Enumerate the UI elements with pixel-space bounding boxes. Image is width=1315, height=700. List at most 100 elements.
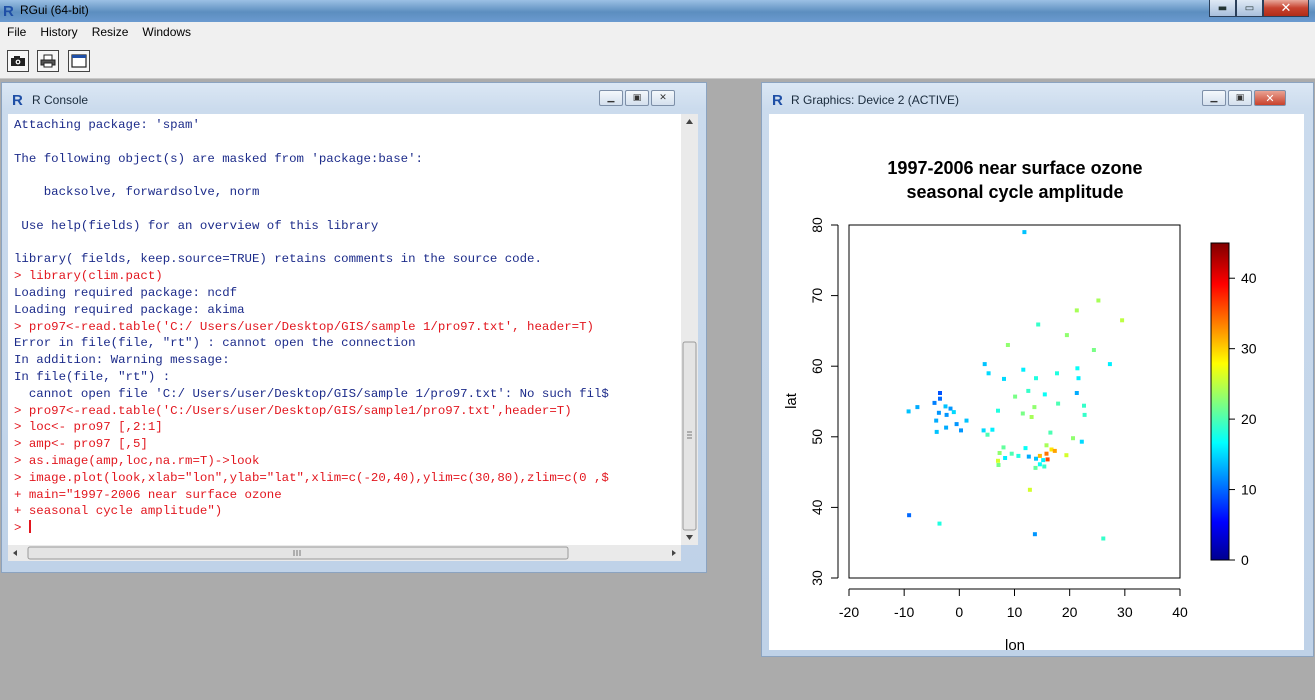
x-tick-label: -10 — [894, 604, 914, 620]
heatmap-cell — [1003, 456, 1008, 460]
heatmap-cell — [1082, 412, 1087, 417]
heatmap-cell — [951, 410, 956, 415]
heatmap-cell — [985, 432, 990, 437]
console-horizontal-scrollbar[interactable] — [8, 545, 681, 561]
console-line: > pro97<-read.table('C:/ Users/user/Desk… — [14, 319, 594, 334]
menu-windows[interactable]: Windows — [135, 25, 198, 39]
console-window-icon — [71, 54, 87, 68]
graphics-device-canvas: 1997-2006 near surface ozone seasonal cy… — [769, 114, 1304, 654]
console-line: In addition: Warning message: — [14, 353, 230, 368]
console-line: Loading required package: ncdf — [14, 285, 238, 300]
menu-resize[interactable]: Resize — [85, 25, 136, 39]
console-window-button[interactable] — [68, 50, 90, 72]
scroll-right-arrow-icon — [672, 550, 676, 556]
heatmap-cell — [1120, 318, 1125, 323]
heatmap-cell — [990, 427, 995, 432]
console-close-button[interactable]: ✕ — [651, 90, 675, 106]
hscroll-thumb — [27, 546, 569, 560]
x-tick-label: 30 — [1117, 604, 1133, 620]
console-window-controls: ▁ ▣ ✕ — [599, 90, 675, 106]
x-tick-label: 40 — [1172, 604, 1188, 620]
heatmap-cell — [1064, 453, 1069, 458]
heatmap-cell — [1055, 371, 1059, 376]
heatmap-cell — [1009, 451, 1014, 456]
heatmap-cell — [1037, 453, 1042, 458]
text-cursor — [28, 520, 31, 534]
x-tick-label: 10 — [1007, 604, 1023, 620]
heatmap-cell — [1027, 487, 1032, 492]
heatmap-cell — [982, 362, 987, 367]
heatmap-cell — [1107, 362, 1112, 367]
minimize-button[interactable]: ▬ — [1209, 0, 1236, 17]
x-axis: -20 -10 0 10 20 30 40 — [839, 588, 1188, 620]
heatmap-cell — [1091, 348, 1096, 352]
heatmap-cell — [1045, 457, 1050, 462]
x-tick-label: 0 — [955, 604, 963, 620]
chart-title: 1997-2006 near surface ozone — [887, 158, 1142, 178]
console-vertical-scrollbar[interactable] — [681, 114, 698, 545]
heatmap-cell — [937, 521, 942, 526]
heatmap-cell — [1074, 391, 1079, 395]
heatmap-cell — [1033, 465, 1038, 470]
console-output[interactable]: Attaching package: 'spam' The following o… — [8, 114, 681, 548]
graphics-close-button[interactable]: ✕ — [1254, 90, 1286, 106]
heatmap-cell — [948, 406, 953, 411]
heatmap-cell — [996, 408, 1000, 413]
heatmap-cell — [1021, 367, 1026, 372]
heatmap-cell — [1052, 448, 1057, 453]
heatmap-cell — [907, 513, 912, 518]
heatmap-cell — [1001, 445, 1006, 450]
r-graphics-window[interactable]: R R Graphics: Device 2 (ACTIVE) ▁ ▣ ✕ 19… — [761, 82, 1314, 657]
svg-text:R: R — [12, 92, 23, 107]
scroll-thumb — [682, 341, 697, 531]
r-console-window[interactable]: R R Console ▁ ▣ ✕ Attaching package: 'sp… — [1, 82, 707, 573]
heatmap-cell — [1034, 376, 1038, 381]
heatmap-cell — [1064, 333, 1069, 338]
close-button[interactable]: ✕ — [1263, 0, 1309, 17]
heatmap-cell — [934, 418, 939, 423]
console-line: > as.image(amp,loc,na.rm=T)->look — [14, 453, 260, 468]
graphics-window-controls: ▁ ▣ ✕ — [1202, 90, 1286, 106]
vertical-scrollbar-graphic — [682, 119, 697, 540]
graphics-restore-button[interactable]: ▣ — [1228, 90, 1252, 106]
console-line: Loading required package: akima — [14, 302, 245, 317]
heatmap-cell — [964, 418, 969, 423]
svg-text:R: R — [772, 92, 783, 107]
heatmap-cell — [936, 410, 941, 415]
heatmap-cell — [906, 409, 911, 414]
console-line: In file(file, "rt") : — [14, 369, 171, 384]
console-line: > amp<- pro97 [,5] — [14, 437, 148, 452]
print-button[interactable] — [37, 50, 59, 72]
heatmap-cell — [959, 428, 963, 433]
console-minimize-button[interactable]: ▁ — [599, 90, 623, 106]
heatmap-cell — [981, 428, 986, 433]
graphics-minimize-button[interactable]: ▁ — [1202, 90, 1226, 106]
colorbar-tick-label: 40 — [1241, 270, 1257, 286]
open-script-button[interactable] — [7, 50, 29, 72]
console-restore-button[interactable]: ▣ — [625, 90, 649, 106]
heatmap-cells — [906, 230, 1125, 541]
colorbar-ticks: 0 10 20 30 40 — [1229, 270, 1257, 568]
menu-history[interactable]: History — [33, 25, 84, 39]
y-tick-label: 30 — [809, 570, 825, 586]
horizontal-scrollbar-graphic — [13, 546, 676, 560]
heatmap-cell — [943, 404, 948, 409]
heatmap-cell — [1044, 443, 1049, 448]
heatmap-cell — [1041, 458, 1046, 463]
open-script-icon — [11, 56, 25, 66]
heatmap-cell — [1005, 343, 1010, 347]
heatmap-cell — [1032, 532, 1037, 537]
colorbar — [1210, 242, 1230, 561]
maximize-button[interactable]: ▭ — [1236, 0, 1263, 17]
heatmap-cell — [1042, 464, 1047, 469]
menu-file[interactable]: File — [0, 25, 33, 39]
console-line: > loc<- pro97 [,2:1] — [14, 420, 163, 435]
heatmap-cell — [1026, 388, 1031, 393]
heatmap-cell — [1020, 411, 1025, 416]
image-plot: 1997-2006 near surface ozone seasonal cy… — [783, 158, 1257, 654]
heatmap-cell — [996, 463, 1001, 467]
heatmap-cell — [1079, 439, 1084, 444]
